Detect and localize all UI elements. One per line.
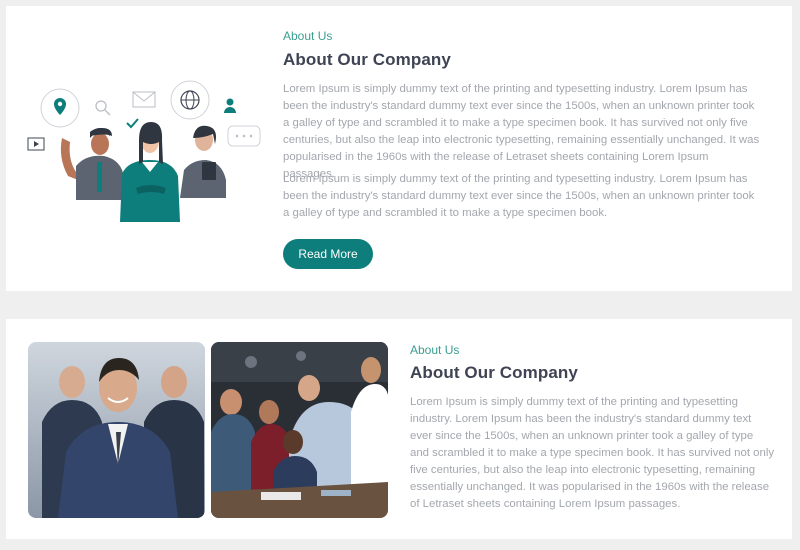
search-icon (95, 100, 111, 116)
chat-bubble-icon (227, 125, 261, 147)
person-waving (60, 128, 124, 200)
person-center (120, 122, 180, 222)
about-section-illustrated: About Us About Our Company Lorem Ipsum i… (6, 6, 792, 291)
team-illustration (24, 78, 268, 223)
section-title: About Our Company (410, 363, 578, 382)
section-kicker: About Us (283, 29, 333, 43)
team-meeting-photo (211, 342, 388, 518)
globe-icon (170, 80, 210, 120)
user-icon (224, 98, 236, 113)
video-play-icon (27, 137, 45, 151)
intro-paragraph: Lorem Ipsum is simply dummy text of the … (283, 83, 760, 180)
about-section-photos: About Us About Our Company Lorem Ipsum i… (6, 319, 792, 539)
businessman-photo (28, 342, 205, 518)
mail-icon (132, 91, 156, 108)
intro-paragraph: Lorem Ipsum is simply dummy text of the … (410, 396, 775, 510)
section-title: About Our Company (283, 50, 451, 69)
location-pin-icon (40, 88, 80, 128)
person-with-tablet (180, 125, 226, 198)
secondary-paragraph: Lorem Ipsum is simply dummy text of the … (283, 173, 755, 219)
check-icon (126, 118, 139, 129)
read-more-button[interactable]: Read More (283, 239, 373, 269)
section-kicker: About Us (410, 343, 460, 357)
